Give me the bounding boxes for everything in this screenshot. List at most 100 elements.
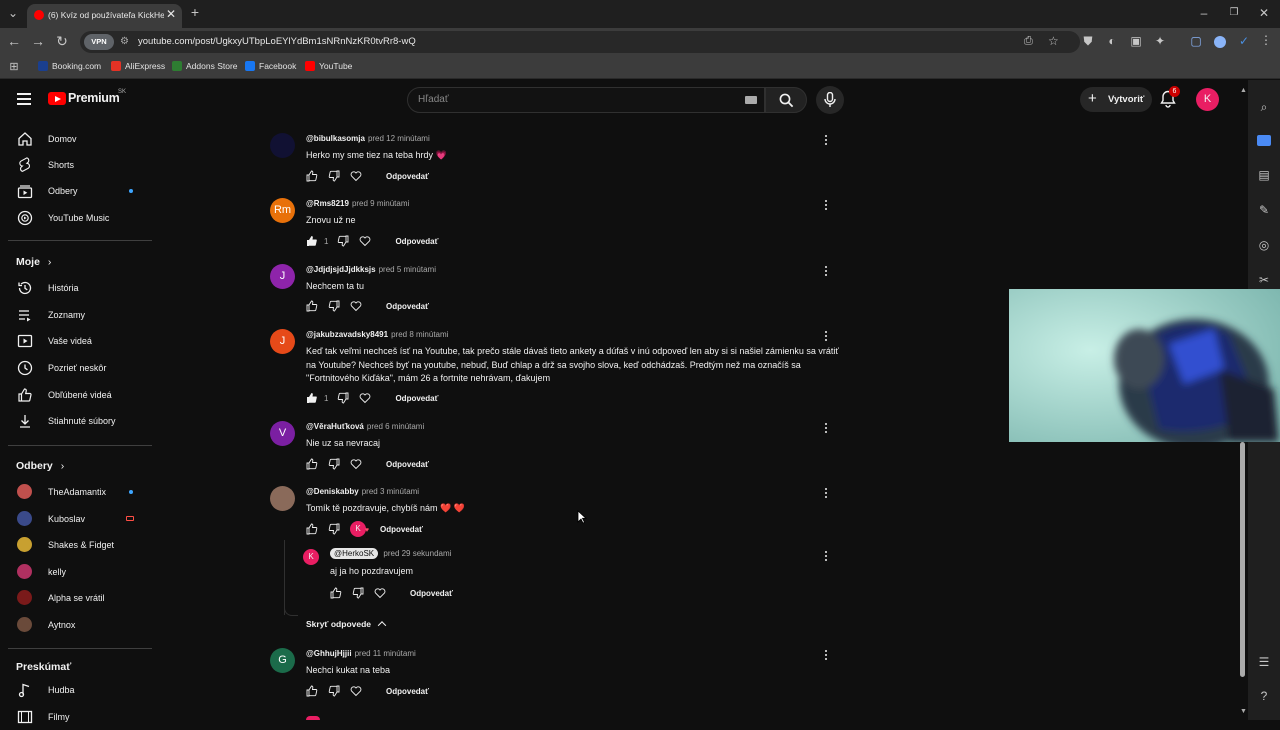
reply-button[interactable]: Odpovedať [395,237,438,246]
sidebar-you-heading[interactable]: Moje › [16,256,51,268]
comment-more-icon[interactable] [822,421,830,435]
sidebar-channel-shakes-fidget[interactable]: Shakes & Fidget [0,532,155,558]
sidebar-item-films[interactable]: Filmy [0,704,155,730]
voice-search-button[interactable] [816,86,844,114]
bookmark-addons-store[interactable]: Addons Store [172,61,238,71]
side-notes-icon[interactable]: ▤ [1256,168,1272,182]
comment-avatar[interactable]: J [270,329,295,354]
thumbs-down-icon[interactable] [352,587,364,599]
sidebar-item-history[interactable]: História [0,275,155,301]
thumbs-down-icon[interactable] [328,458,340,470]
extensions-puzzle-icon[interactable]: ✦ [1152,34,1168,48]
reply-button[interactable]: Odpovedať [386,172,429,181]
password-manager-icon[interactable]: ✓ [1236,34,1252,48]
side-help-icon[interactable]: ? [1256,689,1272,703]
search-button[interactable] [765,87,807,113]
tab-search-icon[interactable]: ⌄ [5,6,21,20]
sidebar-item-youtube-music[interactable]: YouTube Music [0,205,155,231]
thumbs-up-icon[interactable] [306,523,318,535]
forward-icon[interactable]: → [30,34,46,48]
scroll-down-icon[interactable]: ▼ [1240,708,1247,715]
thumbs-up-filled-icon[interactable] [306,392,318,404]
comment-more-icon[interactable] [822,264,830,278]
url-text[interactable]: youtube.com/post/UgkxyUTbpLoEYlYdBm1sNRn… [138,36,416,47]
comment-avatar[interactable]: V [270,421,295,446]
comment-more-icon[interactable] [822,648,830,662]
sidebar-item-music[interactable]: Hudba [0,677,155,703]
extension-translate-icon[interactable]: ◐ [1104,34,1120,48]
search-input[interactable]: Hľadať [418,94,449,105]
reload-icon[interactable]: ↻ [54,34,70,48]
comment-author[interactable]: @jakubzavadsky8491 pred 8 minútami [306,330,448,339]
browser-menu-icon[interactable]: ⋮ [1258,33,1274,47]
comment-more-icon[interactable] [822,198,830,212]
sidebar-item-subscriptions[interactable]: Odbery [0,178,155,204]
comment-more-icon[interactable] [822,329,830,343]
comment-avatar[interactable]: G [270,648,295,673]
extension-shield-icon[interactable]: ⛊ [1080,34,1096,48]
comment-author[interactable]: @JdjdjsjdJjdkksjs pred 5 minútami [306,265,436,274]
thumbs-up-filled-icon[interactable] [306,235,318,247]
restore-icon[interactable]: ❐ [1226,6,1242,20]
menu-hamburger-icon[interactable] [17,93,31,105]
scrollbar-thumb[interactable] [1240,442,1245,677]
thumbs-up-icon[interactable] [306,300,318,312]
comment-more-icon[interactable] [822,486,830,500]
thumbs-down-icon[interactable] [337,392,349,404]
reply-button[interactable]: Odpovedať [386,687,429,696]
reply-button[interactable]: Odpovedať [386,302,429,311]
extension-media-icon[interactable]: ▣ [1128,34,1144,48]
sidebar-channel-aytnox[interactable]: Aytnox [0,612,155,638]
install-app-icon[interactable]: ⎙ [1024,35,1033,48]
heart-icon[interactable] [359,392,371,404]
comment-author[interactable]: @bibulkasomja pred 12 minútami [306,134,430,143]
bookmark-youtube[interactable]: YouTube [305,61,352,71]
search-box[interactable]: Hľadať [407,87,765,113]
comment-author[interactable]: @GhhujHjjii pred 11 minútami [306,649,416,658]
reply-author[interactable]: @HerkoSK pred 29 sekundami [330,548,451,559]
comment-avatar[interactable] [270,486,295,511]
reply-button[interactable]: Odpovedať [380,525,423,534]
bookmark-booking[interactable]: Booking.com [38,61,101,71]
logo-text[interactable]: Premium [68,91,120,105]
bookmark-aliexpress[interactable]: AliExpress [111,61,165,71]
side-tools-icon[interactable]: ✂ [1256,273,1272,287]
profile-icon[interactable] [1214,36,1226,48]
keyboard-icon[interactable] [745,96,757,104]
heart-icon[interactable] [350,300,362,312]
sidebar-item-shorts[interactable]: Shorts [0,152,155,178]
sidebar-channel-alpha[interactable]: Alpha se vrátil [0,585,155,611]
sidebar-item-watch-later[interactable]: Pozrieť neskôr [0,355,155,381]
sidepanel-icon[interactable]: ▢ [1188,34,1204,48]
thumbs-down-icon[interactable] [328,170,340,182]
comment-author[interactable]: @Rms8219 pred 9 minútami [306,199,409,208]
sidebar-item-playlists[interactable]: Zoznamy [0,302,155,328]
comment-author[interactable]: @Deniskabby pred 3 minútami [306,487,419,496]
reply-button[interactable]: Odpovedať [410,589,453,598]
side-edit-icon[interactable]: ✎ [1256,203,1272,217]
comment-author[interactable]: @VěraHuťková pred 6 minútami [306,422,424,431]
heart-icon[interactable] [359,235,371,247]
tab-close-icon[interactable]: ✕ [166,7,176,21]
thumbs-down-icon[interactable] [328,685,340,697]
account-avatar[interactable]: K [1196,88,1219,111]
reply-avatar[interactable]: K [303,549,319,565]
side-games-icon[interactable]: ◎ [1256,238,1272,252]
comment-more-icon[interactable] [822,133,830,147]
sidebar-item-downloads[interactable]: Stiahnuté súbory [0,408,155,434]
side-messenger-icon[interactable] [1257,135,1271,146]
vpn-badge[interactable]: VPN [84,34,114,50]
new-tab-icon[interactable]: + [187,5,203,19]
reply-button[interactable]: Odpovedať [395,394,438,403]
thumbs-up-icon[interactable] [306,458,318,470]
scroll-up-icon[interactable]: ▲ [1240,87,1247,94]
side-search-icon[interactable]: ⌕ [1256,100,1272,114]
apps-grid-icon[interactable]: ⊞ [6,60,22,74]
thumbs-down-icon[interactable] [328,523,340,535]
reply-more-icon[interactable] [822,549,830,563]
hide-replies-button[interactable]: Skryť odpovede [306,619,387,630]
thumbs-down-icon[interactable] [328,300,340,312]
youtube-logo-icon[interactable] [48,92,66,105]
minimize-icon[interactable]: – [1196,6,1212,20]
bookmark-star-icon[interactable]: ☆ [1048,34,1059,48]
